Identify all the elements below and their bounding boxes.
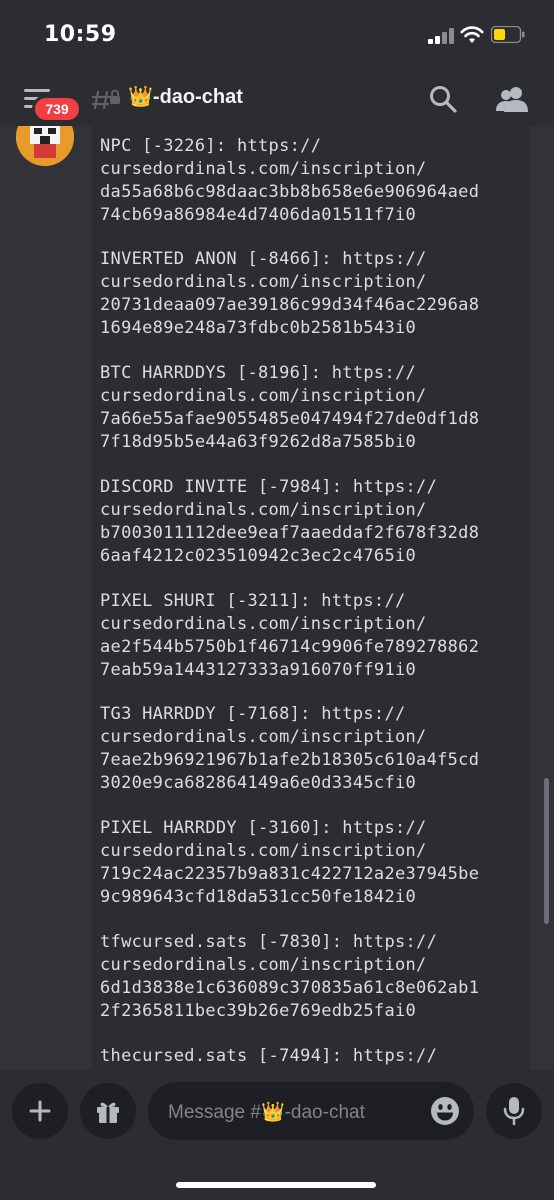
wifi-icon [460,26,484,43]
user-avatar[interactable] [16,126,74,166]
code-line: cursedordinals.com/inscription/ [100,841,427,861]
code-line: 74cb69a86984e4d7406da01511f7i0 [100,205,417,225]
message-list[interactable]: NPC [-3226]: https:// cursedordinals.com… [0,126,554,1070]
code-line: NPC [-3226]: https:// [100,136,322,156]
code-line: 9c989643cfd18da531cc50fe1842i0 [100,887,417,907]
scrollbar[interactable] [544,778,549,924]
emoji-icon[interactable] [430,1096,460,1126]
code-line: cursedordinals.com/inscription/ [100,955,427,975]
channel-title: 👑-dao-chat [128,86,243,108]
code-line: 7f18d95b5e44a63f9262d8a7585bi0 [100,432,417,452]
gift-icon [97,1102,119,1123]
code-line: cursedordinals.com/inscription/ [100,386,427,406]
notification-badge: 739 [32,95,82,123]
code-line: PIXEL HARRDDY [-3160]: https:// [100,818,427,838]
code-line: thecursed.sats [-7494]: https:// [100,1046,438,1066]
members-icon[interactable] [496,85,528,113]
code-line: cursedordinals.com/inscription/ [100,727,427,747]
message-placeholder: Message #👑-dao-chat [168,1102,365,1123]
gift-button[interactable] [80,1083,136,1139]
message-input[interactable]: Message #👑-dao-chat [148,1082,474,1140]
code-line: 7a66e55afae9055485e047494f27de0df1d8 [100,409,480,429]
code-line: da55a68b6c98daac3bb8b658e6e906964aed [100,182,480,202]
code-line: cursedordinals.com/inscription/ [100,272,427,292]
microphone-icon [503,1097,525,1126]
message-composer: Message #👑-dao-chat [0,1070,554,1200]
code-line: cursedordinals.com/inscription/ [100,500,427,520]
avatar-character-icon [16,126,74,166]
cellular-signal-icon [428,28,456,44]
code-line: 6aaf4212c023510942c3ec2c4765i0 [100,546,417,566]
code-line: 719c24ac22357b9a831c422712a2e37945be [100,864,480,884]
code-line: 3020e9ca682864149a6e0d3345cfi0 [100,773,417,793]
code-line: tfwcursed.sats [-7830]: https:// [100,932,438,952]
code-line: cursedordinals.com/inscription/ [100,614,427,634]
search-icon[interactable] [428,84,458,114]
channel-header: 739 👑-dao-chat [0,70,554,126]
code-line: DISCORD INVITE [-7984]: https:// [100,477,438,497]
home-indicator[interactable] [176,1182,376,1188]
code-line: 7eab59a1443127333a916070ff91i0 [100,660,417,680]
plus-icon [29,1100,51,1122]
locked-channel-icon [92,89,120,110]
code-line: cursedordinals.com/inscription/ [100,159,427,179]
code-line: b7003011112dee9eaf7aaeddaf2f678f32d8 [100,523,480,543]
code-line: TG3 HARRDDY [-7168]: https:// [100,704,406,724]
voice-message-button[interactable] [486,1083,542,1139]
status-bar: 10:59 [0,0,554,70]
code-line: 2f2365811bec39b26e769edb25fai0 [100,1001,417,1021]
code-line: 7eae2b96921967b1afe2b18305c610a4f5cd [100,750,480,770]
battery-icon [491,26,525,43]
code-line: BTC HARRDDYS [-8196]: https:// [100,363,417,383]
code-line: ae2f544b5750b1f46714c9906fe789278862 [100,637,480,657]
code-line: 1694e89e248a73fdbc0b2581b543i0 [100,318,417,338]
code-line: 6d1d3838e1c636089c370835a61c8e062ab1 [100,978,480,998]
code-line: INVERTED ANON [-8466]: https:// [100,249,427,269]
add-attachment-button[interactable] [12,1083,68,1139]
status-time: 10:59 [44,22,117,47]
code-line: PIXEL SHURI [-3211]: https:// [100,591,406,611]
code-line: 20731deaa097ae39186c99d34f46ac2296a8 [100,295,480,315]
